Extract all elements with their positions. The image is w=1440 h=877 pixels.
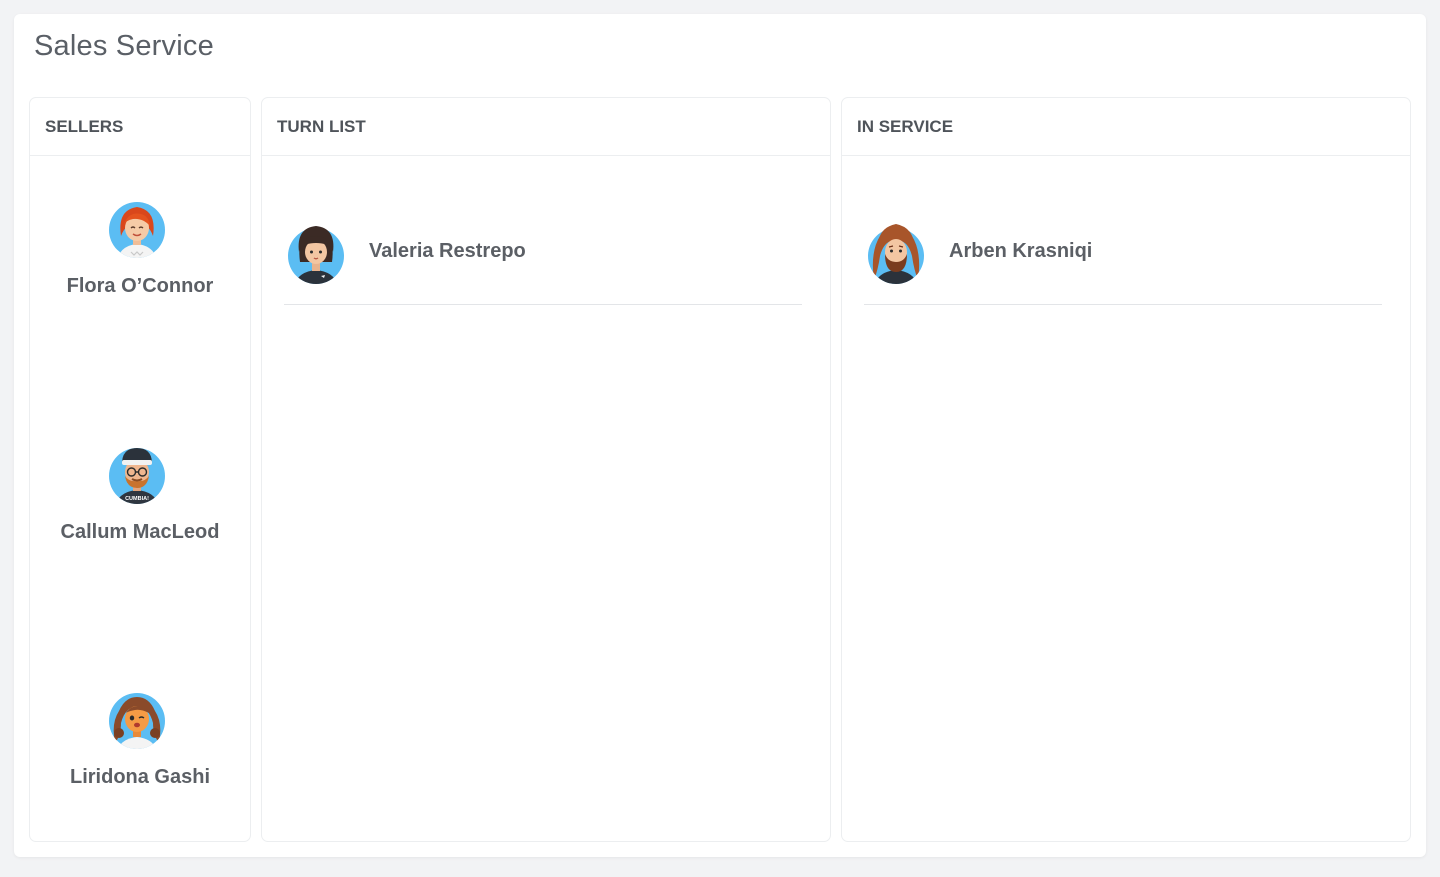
seller-name: Callum MacLeod <box>60 521 220 543</box>
turn-list-item[interactable]: Valeria Restrepo <box>284 222 802 305</box>
sellers-list: Flora O’Connor CUMBIA! Callum MacLeod Li… <box>30 202 250 788</box>
turn-list-panel-header: TURN LIST <box>262 98 830 156</box>
woman-bob-hair-avatar-icon <box>288 222 344 284</box>
in-service-item[interactable]: Arben Krasniqi <box>864 222 1382 305</box>
turn-list-panel-title: TURN LIST <box>277 116 366 136</box>
seller-item-callum[interactable]: CUMBIA! Callum MacLeod <box>30 448 250 571</box>
in-service-panel-title: IN SERVICE <box>857 116 954 136</box>
sales-service-card: Sales Service SELLERS Flora O’Connor CUM… <box>14 14 1426 857</box>
in-service-panel: IN SERVICE Arben Krasniqi <box>841 97 1411 842</box>
in-service-item-name: Arben Krasniqi <box>949 240 1093 262</box>
seller-name: Liridona Gashi <box>69 766 211 788</box>
turn-list-panel: TURN LIST Valeria Restrepo <box>261 97 831 842</box>
man-glasses-beanie-avatar-icon: CUMBIA! <box>109 448 165 504</box>
woman-curly-hair-winking-avatar-icon <box>109 693 165 749</box>
seller-name: Flora O’Connor <box>66 275 214 297</box>
sellers-panel-header: SELLERS <box>30 98 250 156</box>
sellers-panel: SELLERS Flora O’Connor CUMBIA! Callum Ma… <box>29 97 251 842</box>
turn-list-item-name: Valeria Restrepo <box>369 240 526 262</box>
seller-item-flora[interactable]: Flora O’Connor <box>30 202 250 325</box>
woman-red-hair-avatar-icon <box>109 202 165 258</box>
svg-text:CUMBIA!: CUMBIA! <box>125 496 149 502</box>
page-title: Sales Service <box>34 30 214 62</box>
man-long-hair-beard-avatar-icon <box>868 222 924 284</box>
in-service-panel-header: IN SERVICE <box>842 98 1410 156</box>
sellers-panel-title: SELLERS <box>45 116 124 136</box>
seller-item-liridona[interactable]: Liridona Gashi <box>30 693 250 816</box>
